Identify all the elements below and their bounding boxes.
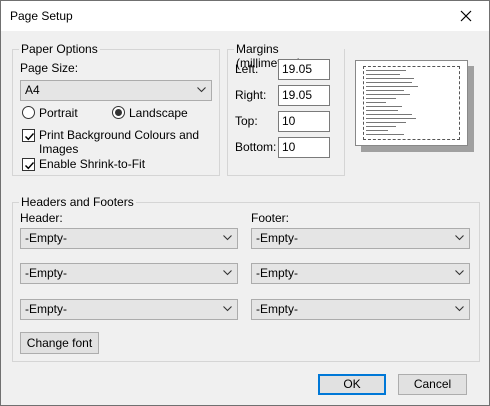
- preview-text-line: [366, 134, 404, 135]
- left-margin-label: Left:: [235, 62, 259, 76]
- page-size-dropdown[interactable]: A4: [20, 80, 212, 101]
- bottom-margin-input[interactable]: 10: [278, 137, 330, 158]
- top-margin-input[interactable]: 10: [278, 111, 330, 132]
- chevron-down-icon: [455, 235, 464, 241]
- portrait-radio[interactable]: [22, 106, 35, 119]
- right-margin-label: Right:: [235, 88, 267, 102]
- chevron-down-icon: [223, 235, 232, 241]
- preview-text-line: [366, 82, 412, 83]
- preview-text-line: [366, 122, 406, 123]
- shrink-to-fit-label: Enable Shrink-to-Fit: [39, 157, 146, 171]
- checkmark-icon: [25, 133, 35, 141]
- print-background-label-line1: Print Background Colours and: [39, 128, 200, 142]
- paper-options-legend: Paper Options: [19, 42, 100, 56]
- checkmark-icon: [25, 162, 35, 170]
- preview-text-line: [366, 74, 400, 75]
- footer-value-1: -Empty-: [256, 231, 298, 245]
- close-icon: [460, 10, 472, 22]
- footer-dropdown-3[interactable]: -Empty-: [251, 299, 470, 320]
- ok-button[interactable]: OK: [318, 374, 386, 395]
- page-preview: [355, 60, 468, 146]
- print-background-checkbox[interactable]: [22, 129, 35, 142]
- preview-text-line: [366, 98, 396, 99]
- page-setup-dialog: Page Setup Paper Options Page Size: A4 P…: [0, 0, 490, 406]
- change-font-label: Change font: [26, 336, 93, 350]
- shrink-to-fit-checkbox[interactable]: [22, 158, 35, 171]
- page-size-label: Page Size:: [20, 61, 79, 75]
- left-margin-value: 19.05: [282, 62, 313, 76]
- footer-dropdown-2[interactable]: -Empty-: [251, 263, 470, 284]
- preview-text-line: [366, 70, 406, 71]
- footer-value-3: -Empty-: [256, 302, 298, 316]
- preview-text-line: [366, 130, 388, 131]
- print-background-label-line2: Images: [39, 142, 79, 156]
- header-dropdown-1[interactable]: -Empty-: [20, 228, 238, 249]
- right-margin-value: 19.05: [282, 88, 313, 102]
- header-dropdown-2[interactable]: -Empty-: [20, 263, 238, 284]
- header-label: Header:: [20, 211, 63, 225]
- preview-text-line: [366, 118, 416, 119]
- preview-text-line: [366, 114, 412, 115]
- ok-label: OK: [343, 377, 361, 391]
- header-value-1: -Empty-: [25, 231, 67, 245]
- top-margin-label: Top:: [235, 114, 258, 128]
- right-margin-input[interactable]: 19.05: [278, 85, 330, 106]
- left-margin-input[interactable]: 19.05: [278, 59, 330, 80]
- preview-text-line: [366, 78, 414, 79]
- chevron-down-icon: [455, 306, 464, 312]
- footer-value-2: -Empty-: [256, 266, 298, 280]
- cancel-button[interactable]: Cancel: [398, 374, 467, 395]
- header-dropdown-3[interactable]: -Empty-: [20, 299, 238, 320]
- dialog-title: Page Setup: [10, 9, 73, 23]
- footer-label: Footer:: [251, 211, 290, 225]
- header-value-3: -Empty-: [25, 302, 67, 316]
- chevron-down-icon: [223, 306, 232, 312]
- headers-footers-legend: Headers and Footers: [19, 195, 136, 209]
- chevron-down-icon: [197, 87, 206, 93]
- chevron-down-icon: [223, 270, 232, 276]
- bottom-margin-value: 10: [282, 140, 296, 154]
- chevron-down-icon: [455, 270, 464, 276]
- landscape-label: Landscape: [129, 106, 188, 120]
- preview-text-line: [366, 90, 404, 91]
- preview-text-line: [366, 106, 402, 107]
- top-margin-value: 10: [282, 114, 296, 128]
- cancel-label: Cancel: [413, 377, 452, 391]
- bottom-margin-label: Bottom:: [235, 140, 277, 154]
- page-size-value: A4: [25, 83, 40, 97]
- close-button[interactable]: [443, 1, 489, 31]
- title-bar: Page Setup: [1, 1, 489, 31]
- preview-text-line: [366, 94, 410, 95]
- preview-text-line: [366, 86, 418, 87]
- header-value-2: -Empty-: [25, 266, 67, 280]
- change-font-button[interactable]: Change font: [20, 332, 99, 354]
- portrait-label: Portrait: [39, 106, 78, 120]
- preview-text-line: [366, 126, 396, 127]
- preview-text-line: [366, 102, 386, 103]
- landscape-radio[interactable]: [112, 106, 125, 119]
- preview-text-line: [366, 110, 398, 111]
- footer-dropdown-1[interactable]: -Empty-: [251, 228, 470, 249]
